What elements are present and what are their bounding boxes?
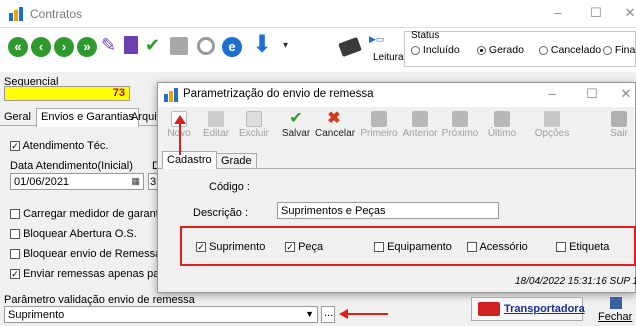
last-record-icon[interactable]: » — [77, 37, 97, 57]
tool-icon[interactable] — [338, 37, 362, 57]
save-icon[interactable] — [170, 37, 188, 55]
dialog-title: Parametrização do envio de remessa — [183, 88, 374, 100]
status-radio-cancelado[interactable]: Cancelado — [539, 44, 601, 56]
exit-icon — [611, 111, 627, 127]
param-validacao-select[interactable]: Suprimento ▼ — [4, 306, 318, 323]
peca-checkbox[interactable]: ✓ Peça — [285, 241, 323, 253]
help-icon[interactable]: e — [222, 37, 242, 57]
descricao-label: Descrição : — [193, 207, 249, 219]
dropdown-chevron-icon[interactable]: ▾ — [283, 40, 288, 51]
cancel-x-icon: ✖ — [327, 110, 341, 127]
arrow-down-icon[interactable]: ⬇ — [252, 30, 272, 59]
enviar-remessas-checkbox[interactable]: ✓ Enviar remessas apenas para i — [10, 268, 175, 280]
parametrizacao-dialog: Parametrização do envio de remessa – ☐ ✕… — [157, 82, 636, 293]
main-toolbar: « ‹ › » ✎ ✔ e ⬇ ▾ ▶▭ Leitura Status Incl… — [0, 28, 636, 72]
dialog-maximize-button[interactable]: ☐ — [582, 86, 602, 102]
minimize-button[interactable]: – — [548, 5, 568, 20]
annotation-arrowhead-up — [174, 115, 186, 124]
status-label: Status — [411, 30, 440, 41]
first-icon — [371, 111, 387, 127]
fechar-button[interactable]: Fechar — [596, 297, 636, 325]
maximize-button[interactable]: ☐ — [586, 5, 606, 21]
cancelar-button[interactable]: ✖ Cancelar — [315, 109, 355, 140]
ellipsis-button[interactable]: ... — [321, 306, 335, 323]
truck-icon — [478, 302, 500, 316]
previous-icon — [412, 111, 428, 127]
proximo-button[interactable]: Próximo — [441, 109, 479, 139]
transportadora-label: Transportadora — [504, 303, 585, 315]
tab-envios-garantias[interactable]: Envios e Garantias — [36, 108, 139, 127]
transfer-icon[interactable]: ▶▭ — [369, 34, 384, 45]
anterior-button[interactable]: Anterior — [401, 109, 439, 139]
primeiro-button[interactable]: Primeiro — [360, 109, 398, 139]
dialog-close-button[interactable]: ✕ — [616, 86, 636, 102]
data-atendimento-field[interactable]: 01/06/2021 ▦ — [10, 173, 144, 190]
sequencial-field[interactable]: 73 — [4, 86, 130, 101]
dialog-title-bar: Parametrização do envio de remessa – ☐ ✕ — [158, 83, 635, 107]
dialog-app-icon — [164, 88, 178, 102]
status-radio-incluido[interactable]: Incluído — [411, 44, 460, 56]
acessorio-checkbox[interactable]: Acessório — [467, 241, 528, 253]
descricao-field[interactable]: Suprimentos e Peças — [277, 202, 499, 219]
codigo-label: Código : — [209, 181, 250, 193]
refresh-icon[interactable] — [197, 37, 215, 55]
equipamento-checkbox[interactable]: Equipamento — [374, 241, 452, 253]
window-title: Contratos — [30, 7, 83, 21]
etiqueta-checkbox[interactable]: Etiqueta — [556, 241, 609, 253]
opcoes-button[interactable]: Opções — [533, 109, 571, 139]
status-radio-finalizado[interactable]: Finalizado — [603, 44, 636, 56]
transportadora-button[interactable]: Transportadora — [471, 297, 585, 321]
dialog-toolbar: Novo Editar Excluir ✔Salvar ✖Cancelar Pr… — [158, 107, 635, 151]
editar-button[interactable]: Editar — [197, 109, 235, 139]
fechar-label: Fechar — [598, 311, 633, 323]
trash-icon[interactable] — [124, 36, 138, 54]
edit-doc-icon — [208, 111, 224, 127]
status-radio-gerado[interactable]: Gerado — [477, 44, 524, 56]
suprimento-checkbox[interactable]: ✓ Suprimento — [196, 241, 265, 253]
tab-cadastro[interactable]: Cadastro — [162, 151, 217, 170]
delete-doc-icon — [246, 111, 262, 127]
excluir-button[interactable]: Excluir — [235, 109, 273, 139]
confirm-icon[interactable]: ✔ — [145, 35, 160, 56]
ultimo-button[interactable]: Último — [483, 109, 521, 139]
dialog-footer-timestamp: 18/04/2022 15:31:16 SUP 1 — [515, 276, 636, 287]
sair-button[interactable]: Sair — [603, 109, 635, 139]
next-icon — [452, 111, 468, 127]
calendar-icon[interactable]: ▦ — [131, 176, 140, 187]
next-record-icon[interactable]: › — [54, 37, 74, 57]
checkmark-icon: ✔ — [289, 110, 303, 127]
close-button[interactable]: ✕ — [620, 5, 636, 21]
last-icon — [494, 111, 510, 127]
leitura-label[interactable]: Leitura — [373, 52, 404, 63]
atendimento-tec-checkbox[interactable]: ✓ Atendimento Téc. — [10, 140, 108, 152]
data-atendimento-label: Data Atendimento(Inicial) — [10, 160, 133, 172]
annotation-arrow-left — [348, 313, 388, 315]
carregar-medidor-checkbox[interactable]: Carregar medidor de garantia n — [10, 208, 177, 220]
exit-door-icon — [610, 297, 622, 309]
annotation-arrow-up — [179, 123, 181, 155]
bloquear-envio-checkbox[interactable]: Bloquear envio de Remessa — [10, 248, 161, 260]
previous-record-icon[interactable]: ‹ — [31, 37, 51, 57]
dialog-tab-strip: Cadastro Grade — [158, 151, 635, 170]
app-icon — [9, 7, 23, 21]
first-record-icon[interactable]: « — [8, 37, 28, 57]
edit-icon[interactable]: ✎ — [101, 35, 116, 56]
salvar-button[interactable]: ✔ Salvar — [277, 109, 315, 140]
bloquear-abertura-checkbox[interactable]: Bloquear Abertura O.S. — [10, 228, 137, 240]
param-validacao-label: Parâmetro validação envio de remessa — [4, 294, 195, 306]
options-icon — [544, 111, 560, 127]
dialog-minimize-button[interactable]: – — [542, 86, 562, 101]
tab-grade[interactable]: Grade — [216, 153, 257, 169]
status-group: Status Incluído Gerado Cancelado Finaliz… — [404, 30, 636, 67]
main-title-bar: Contratos – ☐ ✕ — [0, 0, 636, 28]
select-chevron-icon[interactable]: ▼ — [305, 309, 314, 319]
annotation-arrowhead-left — [339, 309, 348, 319]
tab-geral[interactable]: Geral — [4, 111, 31, 123]
main-tab-strip: Geral Envios e Garantias Arquivo — [0, 108, 168, 127]
